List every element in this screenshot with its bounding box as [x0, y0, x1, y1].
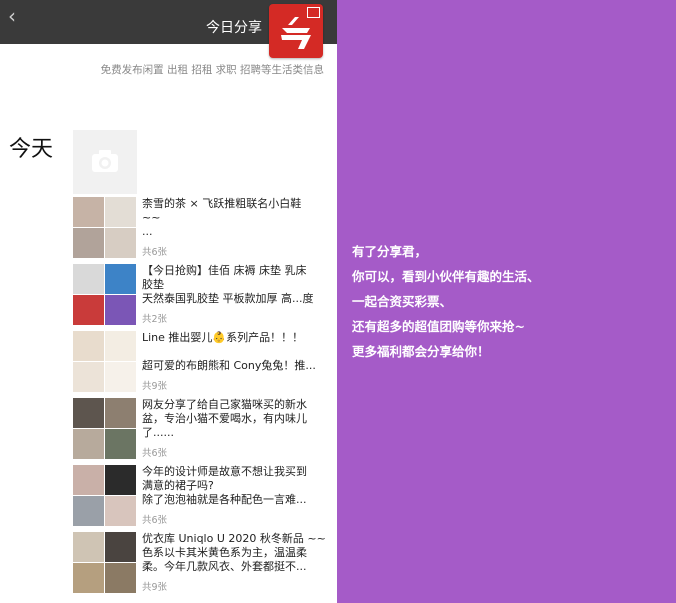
promo-line: 一起合资买彩票、	[352, 294, 453, 309]
post-thumbnail	[105, 331, 136, 361]
post-text-line: 超可爱的布朗熊和 Cony兔兔！推...	[142, 359, 316, 372]
share-app-logo-icon[interactable]	[269, 4, 323, 58]
post-text: 【今日抢购】佳佰 床褥 床垫 乳床 胶垫 天然泰国乳胶垫 平板款加厚 高...度	[142, 264, 330, 306]
post-thumbnail	[73, 429, 104, 459]
list-item[interactable]: Line 推出婴儿👶系列产品！！！ 超可爱的布朗熊和 Cony兔兔！推... 共9张	[73, 331, 337, 393]
list-item[interactable]: 优衣库 Uniqlo U 2020 秋冬新品 ~~ 色系以卡其米黄色系为主，温温柔…	[73, 532, 337, 594]
promo-line: 更多福利都会分享给你！	[352, 344, 490, 359]
post-text: 柰雪的茶 × 飞跃推粗联名小白鞋 ~~...	[142, 197, 330, 239]
post-thumbnail	[73, 228, 104, 258]
post-thumbnail	[105, 563, 136, 593]
post-thumbnail	[73, 398, 104, 428]
post-text-line: 柔。今年几款风衣、外套都挺不...	[142, 560, 307, 573]
post-thumbnail	[73, 532, 104, 562]
post-text-line: 【今日抢购】佳佰 床褥 床垫 乳床	[142, 264, 307, 277]
chevron-left-icon[interactable]: ‹	[8, 6, 16, 26]
subtitle: 免费发布闲置 出租 招租 求职 招聘等生活类信息	[100, 64, 324, 76]
post-text-line: 除了泡泡袖就是各种配色一言难...	[142, 493, 307, 506]
post-thumbnails	[73, 532, 137, 594]
list-item[interactable]: 网友分享了给自己家猫咪买的新水 盆，专治小猫不爱喝水，有内味儿 了...... 共6张	[73, 398, 337, 460]
post-text-line: 优衣库 Uniqlo U 2020 秋冬新品 ~~	[142, 532, 326, 545]
camera-icon	[92, 150, 118, 172]
post-thumbnail	[105, 465, 136, 495]
post-thumbnail	[105, 197, 136, 227]
post-thumbnail	[73, 496, 104, 526]
post-photo-count: 共6张	[142, 448, 168, 459]
post-photo-count: 共6张	[142, 247, 168, 258]
post-text: Line 推出婴儿👶系列产品！！！ 超可爱的布朗熊和 Cony兔兔！推...	[142, 331, 330, 373]
post-thumbnail	[105, 429, 136, 459]
post-thumbnail	[105, 496, 136, 526]
post-thumbnail	[73, 295, 104, 325]
post-thumbnail	[73, 362, 104, 392]
post-thumbnail	[105, 228, 136, 258]
post-thumbnail	[73, 465, 104, 495]
post-text-line: Line 推出婴儿👶系列产品！！！	[142, 331, 304, 344]
post-text-line: ...	[142, 225, 153, 238]
promo-line: 还有超多的超值团购等你来抢~	[352, 319, 525, 334]
post-thumbnails	[73, 264, 137, 326]
page-title: 今日分享	[206, 20, 262, 36]
post-thumbnail	[73, 331, 104, 361]
post-text-line	[142, 345, 330, 359]
phone-screen: ‹ 今日分享 免费发布闲置 出租 招租 求职 招聘等生活类信息 今天 柰雪的茶 …	[0, 0, 337, 603]
promo-panel: 有了分享君， 你可以，看到小伙伴有趣的生活、 一起合资买彩票、还有超多的超值团购等你…	[337, 0, 676, 603]
post-thumbnail	[73, 197, 104, 227]
post-photo-count: 共6张	[142, 515, 168, 526]
post-photo-count: 共9张	[142, 381, 168, 392]
post-photo-count: 共9张	[142, 582, 168, 593]
post-thumbnail	[73, 264, 104, 294]
post-text-line: 柰雪的茶 × 飞跃推粗联名小白鞋	[142, 197, 302, 210]
post-thumbnails	[73, 331, 137, 393]
post-thumbnails	[73, 465, 137, 527]
post-thumbnails	[73, 197, 137, 259]
post-thumbnail	[73, 563, 104, 593]
promo-line: 你可以，看到小伙伴有趣的生活、	[352, 269, 540, 284]
post-thumbnail	[105, 264, 136, 294]
list-item[interactable]: 柰雪的茶 × 飞跃推粗联名小白鞋 ~~... 共6张	[73, 197, 337, 259]
post-text-line: 网友分享了给自己家猫咪买的新水	[142, 398, 307, 411]
post-thumbnail	[105, 398, 136, 428]
post-text-line: 了......	[142, 426, 174, 439]
post-thumbnail	[105, 362, 136, 392]
post-text-line: 胶垫	[142, 278, 164, 291]
post-text: 今年的设计师是故意不想让我买到 满意的裙子吗? 除了泡泡袖就是各种配色一言难...	[142, 465, 330, 507]
post-text-line: 色系以卡其米黄色系为主，温温柔	[142, 546, 307, 559]
post-text-line: 天然泰国乳胶垫 平板款加厚 高...度	[142, 292, 314, 305]
promo-line: 有了分享君，	[352, 244, 428, 259]
post-text: 网友分享了给自己家猫咪买的新水 盆，专治小猫不爱喝水，有内味儿 了......	[142, 398, 330, 440]
post-text-line: 满意的裙子吗?	[142, 479, 214, 492]
add-photo-button[interactable]	[73, 130, 137, 194]
post-text-line: 今年的设计师是故意不想让我买到	[142, 465, 307, 478]
post-thumbnail	[105, 295, 136, 325]
post-text-line: ~~	[142, 211, 161, 224]
post-photo-count: 共2张	[142, 314, 168, 325]
post-thumbnails	[73, 398, 137, 460]
post-text: 优衣库 Uniqlo U 2020 秋冬新品 ~~ 色系以卡其米黄色系为主，温温柔…	[142, 532, 330, 574]
post-text-line: 盆，专治小猫不爱喝水，有内味儿	[142, 412, 307, 425]
post-thumbnail	[105, 532, 136, 562]
list-item[interactable]: 今年的设计师是故意不想让我买到 满意的裙子吗? 除了泡泡袖就是各种配色一言难... 共…	[73, 465, 337, 527]
list-item[interactable]: 【今日抢购】佳佰 床褥 床垫 乳床 胶垫 天然泰国乳胶垫 平板款加厚 高...度 共2…	[73, 264, 337, 326]
section-day-label: 今天	[9, 137, 54, 162]
